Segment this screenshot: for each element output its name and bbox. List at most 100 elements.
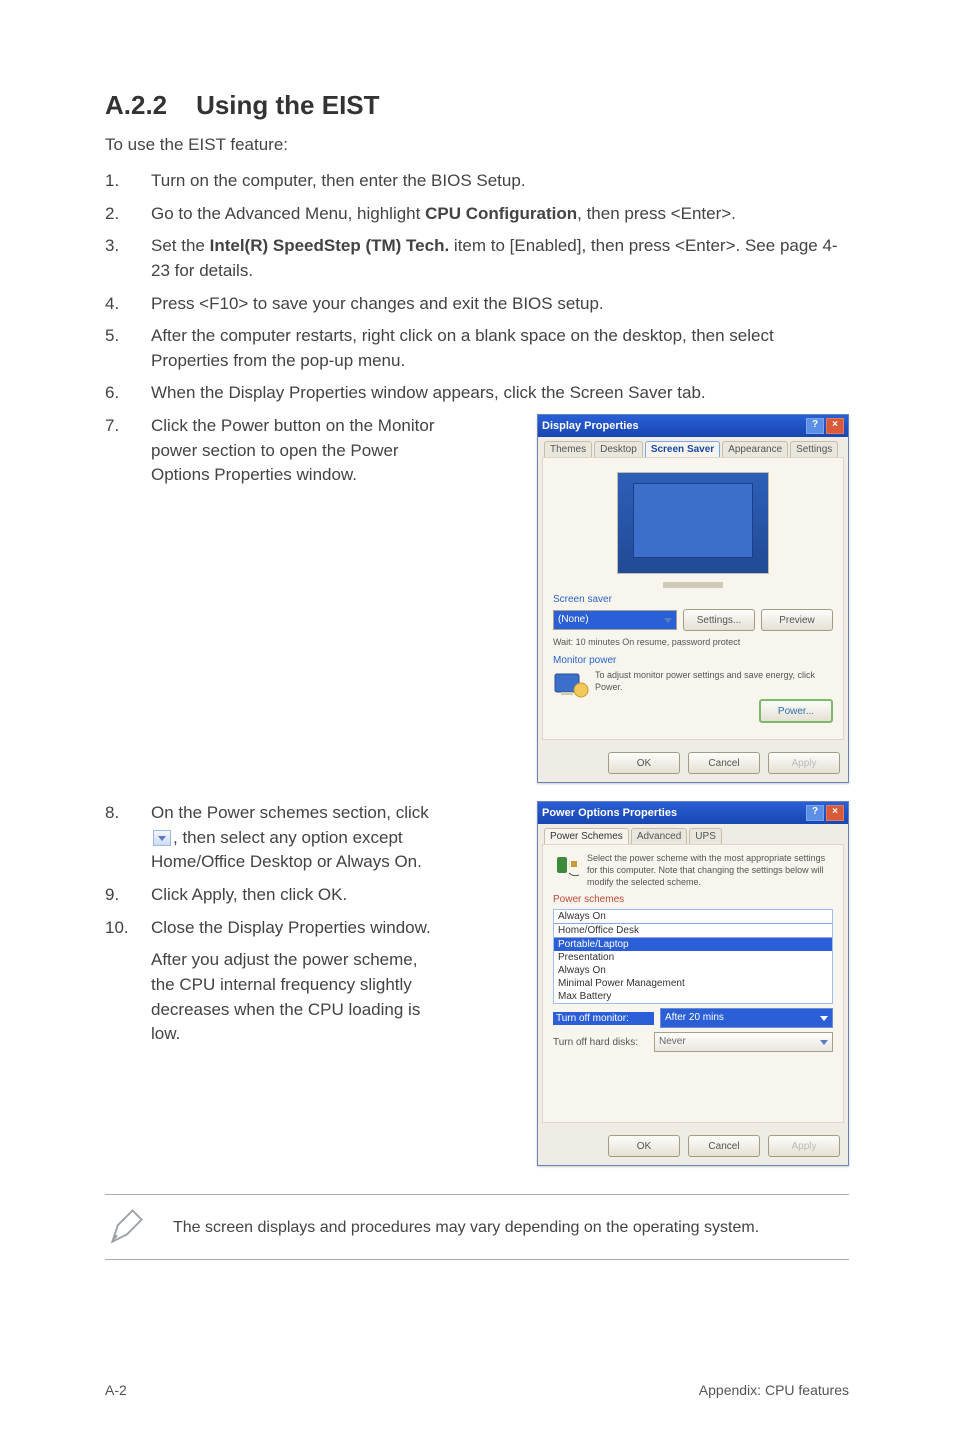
option-presentation[interactable]: Presentation — [554, 951, 832, 964]
step-number: 2. — [105, 202, 131, 227]
section-number: A.2.2 — [105, 90, 167, 120]
list-item: 7. Click the Power button on the Monitor… — [105, 414, 455, 488]
dialog-footer: OK Cancel Apply — [538, 1127, 848, 1165]
section-heading: A.2.2 Using the EIST — [105, 90, 849, 121]
page-footer: A-2 Appendix: CPU features — [0, 1382, 954, 1398]
ok-button[interactable]: OK — [608, 1135, 680, 1157]
dialog-title: Display Properties — [542, 420, 639, 432]
power-options-dialog: Power Options Properties ? × Power Schem… — [537, 801, 849, 1166]
turn-off-harddisks-label: Turn off hard disks: — [553, 1037, 648, 1048]
chevron-down-icon — [158, 836, 166, 841]
option-always-on[interactable]: Always On — [554, 910, 832, 923]
list-item: 2. Go to the Advanced Menu, highlight CP… — [105, 202, 849, 227]
pencil-icon — [105, 1205, 149, 1249]
close-icon[interactable]: × — [826, 805, 844, 821]
monitor-preview — [617, 472, 769, 574]
step-body: Go to the Advanced Menu, highlight CPU C… — [151, 202, 849, 227]
close-icon[interactable]: × — [826, 418, 844, 434]
tab-power-schemes[interactable]: Power Schemes — [544, 828, 629, 844]
tab-strip: Power Schemes Advanced UPS — [538, 824, 848, 844]
step10-sub: After you adjust the power scheme, the C… — [151, 948, 445, 1047]
tab-desktop[interactable]: Desktop — [594, 441, 643, 457]
step7-row: 7. Click the Power button on the Monitor… — [105, 414, 849, 783]
step10-main: Close the Display Properties window. — [151, 918, 431, 937]
tab-ups[interactable]: UPS — [689, 828, 722, 844]
step8-list: 8. On the Power schemes section, click ,… — [105, 801, 445, 1047]
option-always-on-2[interactable]: Always On — [554, 964, 832, 977]
dialog-body: Select the power scheme with the most ap… — [542, 844, 844, 1123]
preview-button[interactable]: Preview — [761, 609, 833, 631]
footer-left: A-2 — [105, 1382, 127, 1398]
settings-button[interactable]: Settings... — [683, 609, 755, 631]
tab-settings[interactable]: Settings — [790, 441, 838, 457]
help-icon[interactable]: ? — [806, 805, 824, 821]
list-item: 10. Close the Display Properties window.… — [105, 916, 445, 1047]
list-item: 9. Click Apply, then click OK. — [105, 883, 445, 908]
intro-text: To use the EIST feature: — [105, 135, 849, 155]
tab-themes[interactable]: Themes — [544, 441, 592, 457]
step-number: 4. — [105, 292, 131, 317]
apply-button[interactable]: Apply — [768, 1135, 840, 1157]
option-minimal[interactable]: Minimal Power Management — [554, 977, 832, 990]
power-schemes-group-label: Power schemes — [553, 894, 833, 905]
chevron-down-icon — [820, 1040, 828, 1045]
dropdown-icon[interactable] — [153, 830, 171, 846]
step7-list: 7. Click the Power button on the Monitor… — [105, 414, 455, 488]
step-body: On the Power schemes section, click , th… — [151, 801, 445, 875]
ok-button[interactable]: OK — [608, 752, 680, 774]
page: A.2.2 Using the EIST To use the EIST fea… — [0, 0, 954, 1438]
apply-button[interactable]: Apply — [768, 752, 840, 774]
step-body: Turn on the computer, then enter the BIO… — [151, 169, 849, 194]
option-portable-laptop[interactable]: Portable/Laptop — [554, 938, 832, 951]
wait-row: Wait: 10 minutes On resume, password pro… — [553, 637, 833, 649]
power-button[interactable]: Power... — [759, 699, 833, 723]
screensaver-group-label: Screen saver — [553, 594, 833, 605]
help-icon[interactable]: ? — [806, 418, 824, 434]
list-item: 1. Turn on the computer, then enter the … — [105, 169, 849, 194]
step-body: Click Apply, then click OK. — [151, 883, 445, 908]
chevron-down-icon — [820, 1016, 828, 1021]
steps-list: 1. Turn on the computer, then enter the … — [105, 169, 849, 406]
step-body: Set the Intel(R) SpeedStep (TM) Tech. it… — [151, 234, 849, 283]
step-number: 3. — [105, 234, 131, 283]
tab-screensaver[interactable]: Screen Saver — [645, 441, 720, 457]
step-number: 1. — [105, 169, 131, 194]
turn-off-harddisks-value: Never — [659, 1034, 686, 1050]
step-body: After the computer restarts, right click… — [151, 324, 849, 373]
screensaver-select[interactable]: (None) — [553, 610, 677, 630]
step-number: 5. — [105, 324, 131, 373]
step8-pre: On the Power schemes section, click — [151, 803, 429, 822]
dialog-title: Power Options Properties — [542, 807, 677, 819]
option-max-battery[interactable]: Max Battery — [554, 990, 832, 1003]
turn-off-monitor-label: Turn off monitor: — [553, 1012, 654, 1025]
dialog-body: Screen saver (None) Settings... Preview … — [542, 457, 844, 740]
step-body: When the Display Properties window appea… — [151, 381, 849, 406]
power-desc: Select the power scheme with the most ap… — [587, 853, 833, 888]
list-item: 6. When the Display Properties window ap… — [105, 381, 849, 406]
turn-off-monitor-select[interactable]: After 20 mins — [660, 1008, 833, 1028]
titlebar[interactable]: Power Options Properties ? × — [538, 802, 848, 824]
tab-appearance[interactable]: Appearance — [722, 441, 788, 457]
step8-post: , then select any option except Home/Off… — [151, 828, 422, 872]
list-item: 4. Press <F10> to save your changes and … — [105, 292, 849, 317]
list-item: 3. Set the Intel(R) SpeedStep (TM) Tech.… — [105, 234, 849, 283]
screensaver-select-value: (None) — [558, 612, 589, 628]
step-number: 8. — [105, 801, 131, 875]
option-home-office[interactable]: Home/Office Desk — [554, 923, 832, 938]
step-number: 9. — [105, 883, 131, 908]
tab-advanced[interactable]: Advanced — [631, 828, 687, 844]
step8-row: 8. On the Power schemes section, click ,… — [105, 801, 849, 1166]
chevron-down-icon — [664, 618, 672, 623]
titlebar[interactable]: Display Properties ? × — [538, 415, 848, 437]
energy-icon — [553, 670, 589, 700]
step-body: Press <F10> to save your changes and exi… — [151, 292, 849, 317]
power-scheme-listbox[interactable]: Always On Home/Office Desk Portable/Lapt… — [553, 909, 833, 1004]
monitor-base — [663, 582, 723, 588]
step-number: 7. — [105, 414, 131, 488]
step-number: 6. — [105, 381, 131, 406]
monitorpower-group-label: Monitor power — [553, 655, 833, 666]
cancel-button[interactable]: Cancel — [688, 752, 760, 774]
cancel-button[interactable]: Cancel — [688, 1135, 760, 1157]
turn-off-harddisks-select[interactable]: Never — [654, 1032, 833, 1052]
battery-plug-icon — [553, 853, 581, 883]
